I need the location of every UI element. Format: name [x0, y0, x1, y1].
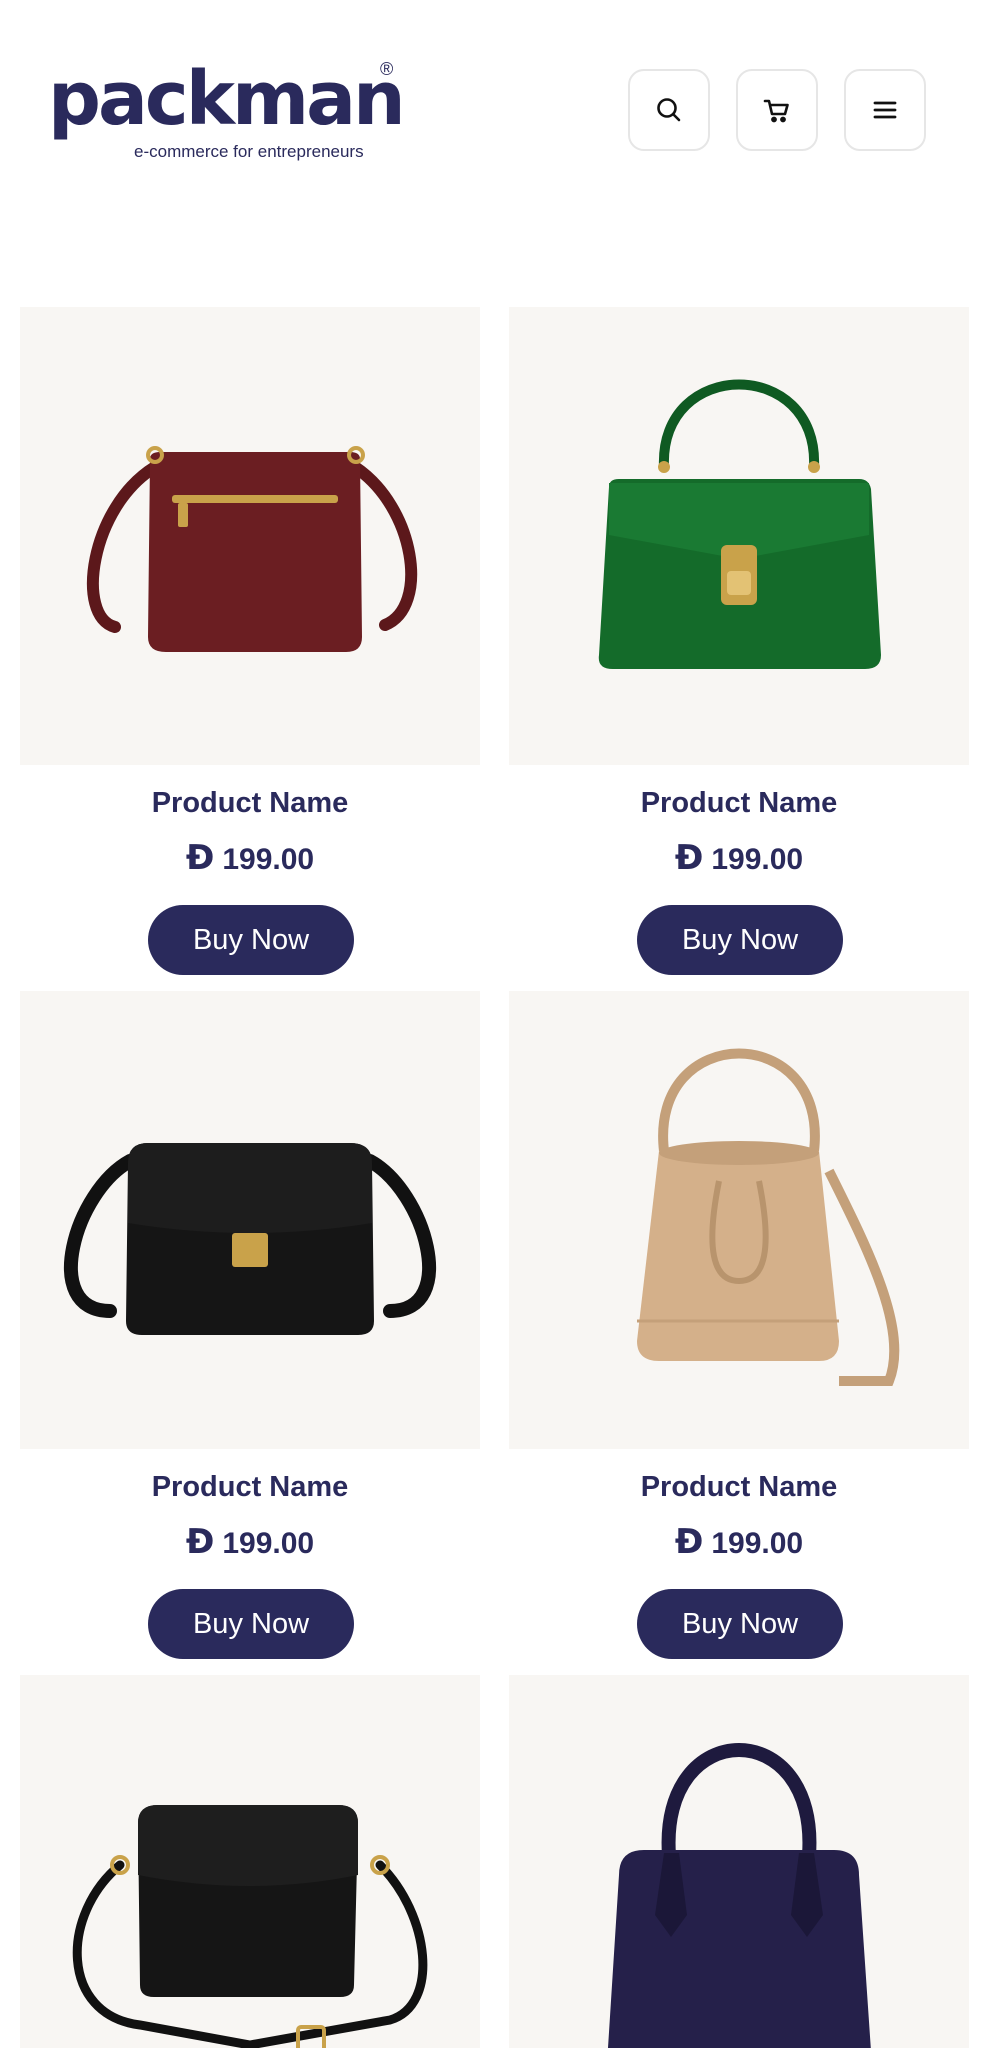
product-price: Đ 199.00 — [20, 1522, 480, 1562]
navy-top-handle-bag-image — [607, 1743, 871, 2048]
cart-icon — [763, 99, 789, 123]
menu-icon — [873, 101, 897, 119]
product-image[interactable] — [509, 307, 969, 765]
price-value: 199.00 — [711, 1527, 804, 1560]
brand-wordmark: packman — [48, 56, 406, 142]
currency-icon: Đ — [185, 838, 215, 878]
beige-bucket-bag-image — [637, 1048, 900, 1386]
product-image[interactable] — [20, 991, 480, 1449]
product-price: Đ 199.00 — [509, 838, 969, 878]
product-price: Đ 199.00 — [20, 838, 480, 878]
buy-now-button[interactable]: Buy Now — [637, 1589, 843, 1659]
buy-now-button[interactable]: Buy Now — [148, 905, 354, 975]
registered-mark: ® — [380, 59, 394, 79]
currency-icon: Đ — [674, 838, 704, 878]
product-name[interactable]: Product Name — [509, 787, 969, 820]
product-image[interactable] — [509, 1675, 969, 2048]
product-name[interactable]: Product Name — [20, 1471, 480, 1504]
price-value: 199.00 — [711, 843, 804, 876]
product-name[interactable]: Product Name — [20, 787, 480, 820]
product-image[interactable] — [509, 991, 969, 1449]
currency-icon: Đ — [674, 1522, 704, 1562]
product-price: Đ 199.00 — [509, 1522, 969, 1562]
buy-now-button[interactable]: Buy Now — [148, 1589, 354, 1659]
brand-logo[interactable]: packman ® e-commerce for entrepreneurs — [48, 56, 406, 161]
product-image[interactable] — [20, 307, 480, 765]
black-flap-bag-image — [64, 1143, 436, 1335]
price-value: 199.00 — [222, 843, 315, 876]
burgundy-crossbody-bag-image — [86, 446, 418, 652]
menu-button[interactable] — [844, 69, 926, 151]
cart-button[interactable] — [736, 69, 818, 151]
brand-tagline: e-commerce for entrepreneurs — [134, 142, 364, 161]
search-icon — [657, 98, 681, 122]
product-image[interactable] — [20, 1675, 480, 2048]
black-saddle-bag-image — [72, 1805, 428, 2048]
currency-icon: Đ — [185, 1522, 215, 1562]
green-top-handle-bag-image — [598, 379, 881, 669]
product-name[interactable]: Product Name — [509, 1471, 969, 1504]
search-button[interactable] — [628, 69, 710, 151]
site-header: packman ® e-commerce for entrepreneurs — [0, 0, 990, 230]
price-value: 199.00 — [222, 1527, 315, 1560]
buy-now-button[interactable]: Buy Now — [637, 905, 843, 975]
